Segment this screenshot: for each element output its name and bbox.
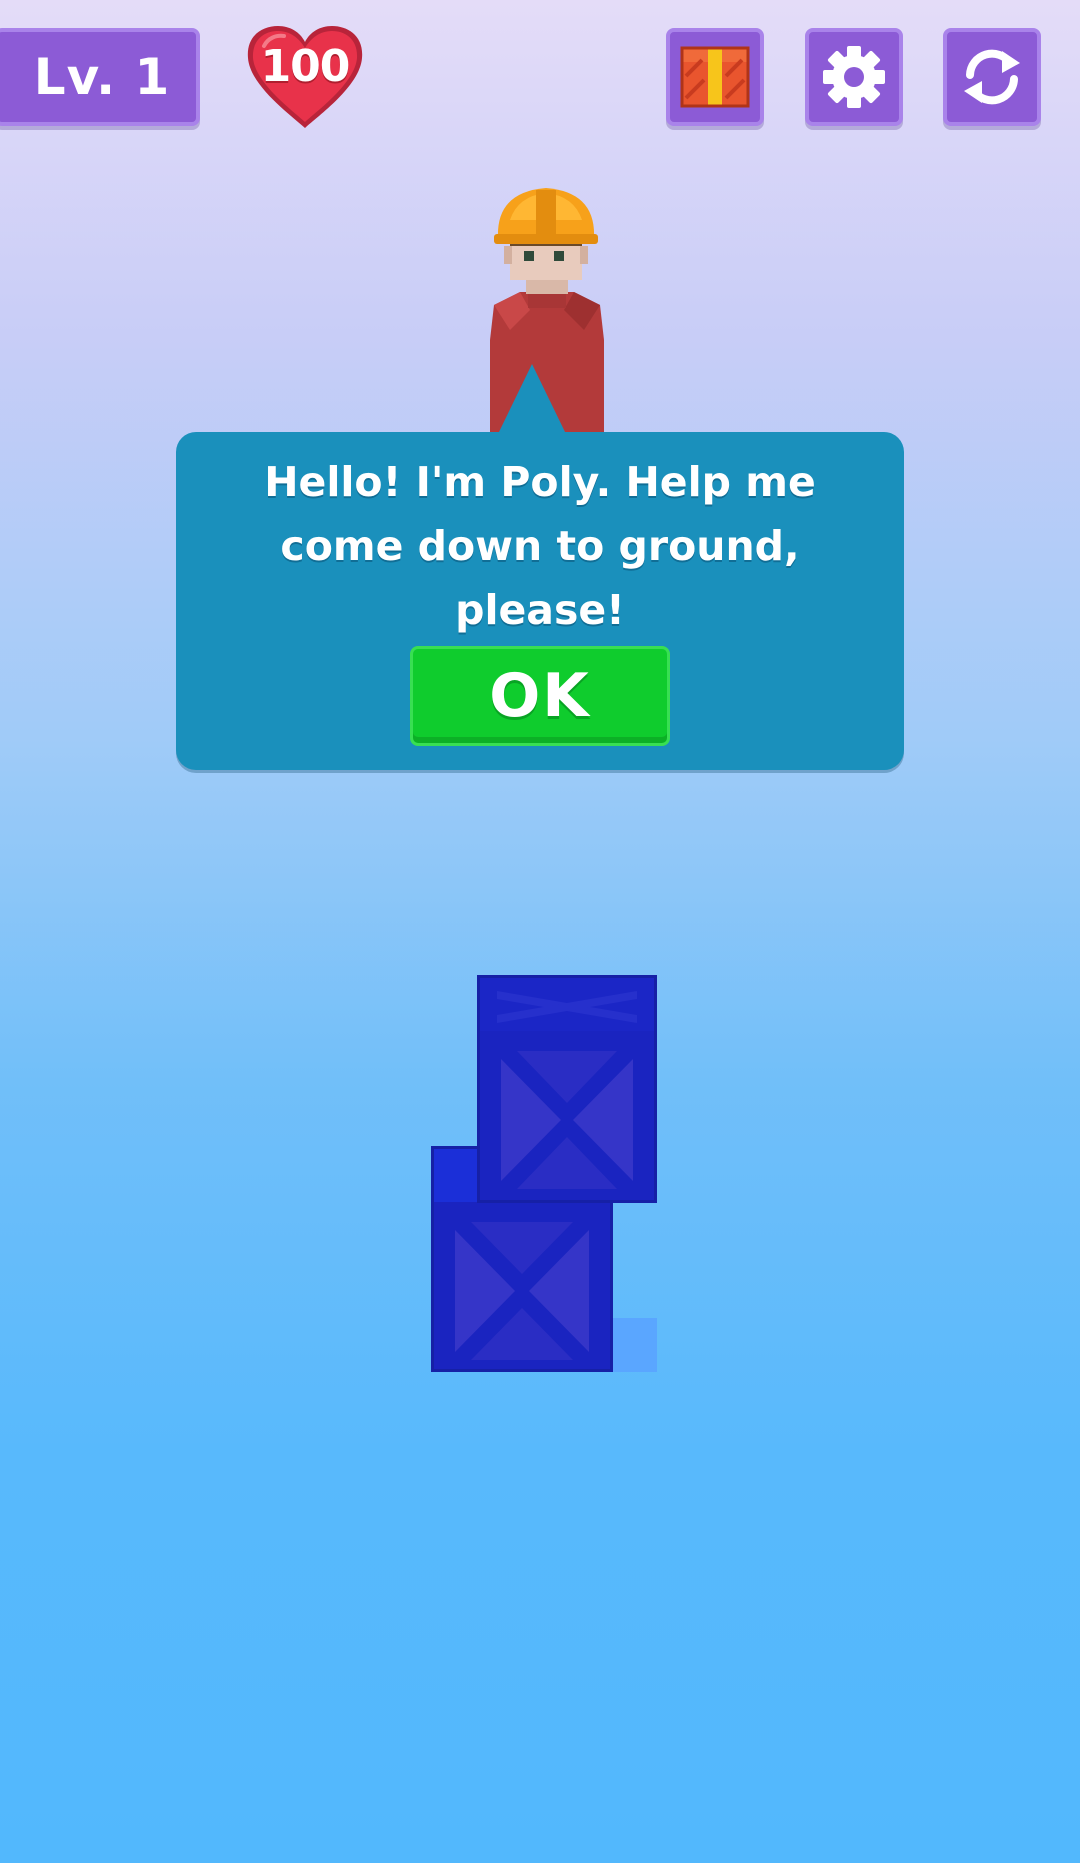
crate-top-graphic: [477, 975, 657, 1203]
lives-count: 100: [260, 41, 351, 92]
crate-top[interactable]: [477, 975, 657, 1203]
ok-button[interactable]: OK: [410, 646, 670, 746]
level-indicator: Lv. 1: [0, 28, 200, 126]
dialog-pointer: [498, 364, 566, 434]
settings-button[interactable]: [805, 28, 903, 126]
game-scene[interactable]: Lv. 1 100 Hello! I'm Poly. Help me come …: [0, 0, 1080, 1863]
crate-shadow: [612, 1318, 657, 1372]
restart-button[interactable]: [943, 28, 1041, 126]
dialog-message: Hello! I'm Poly. Help me come down to gr…: [264, 458, 816, 634]
gift-icon: [680, 46, 750, 108]
ok-button-label: OK: [489, 661, 591, 731]
level-label: Lv. 1: [33, 48, 171, 106]
refresh-icon: [964, 49, 1020, 105]
tutorial-dialog: Hello! I'm Poly. Help me come down to gr…: [176, 432, 904, 770]
gear-icon: [823, 46, 885, 108]
lives-counter: 100: [244, 24, 366, 132]
gift-button[interactable]: [666, 28, 764, 126]
